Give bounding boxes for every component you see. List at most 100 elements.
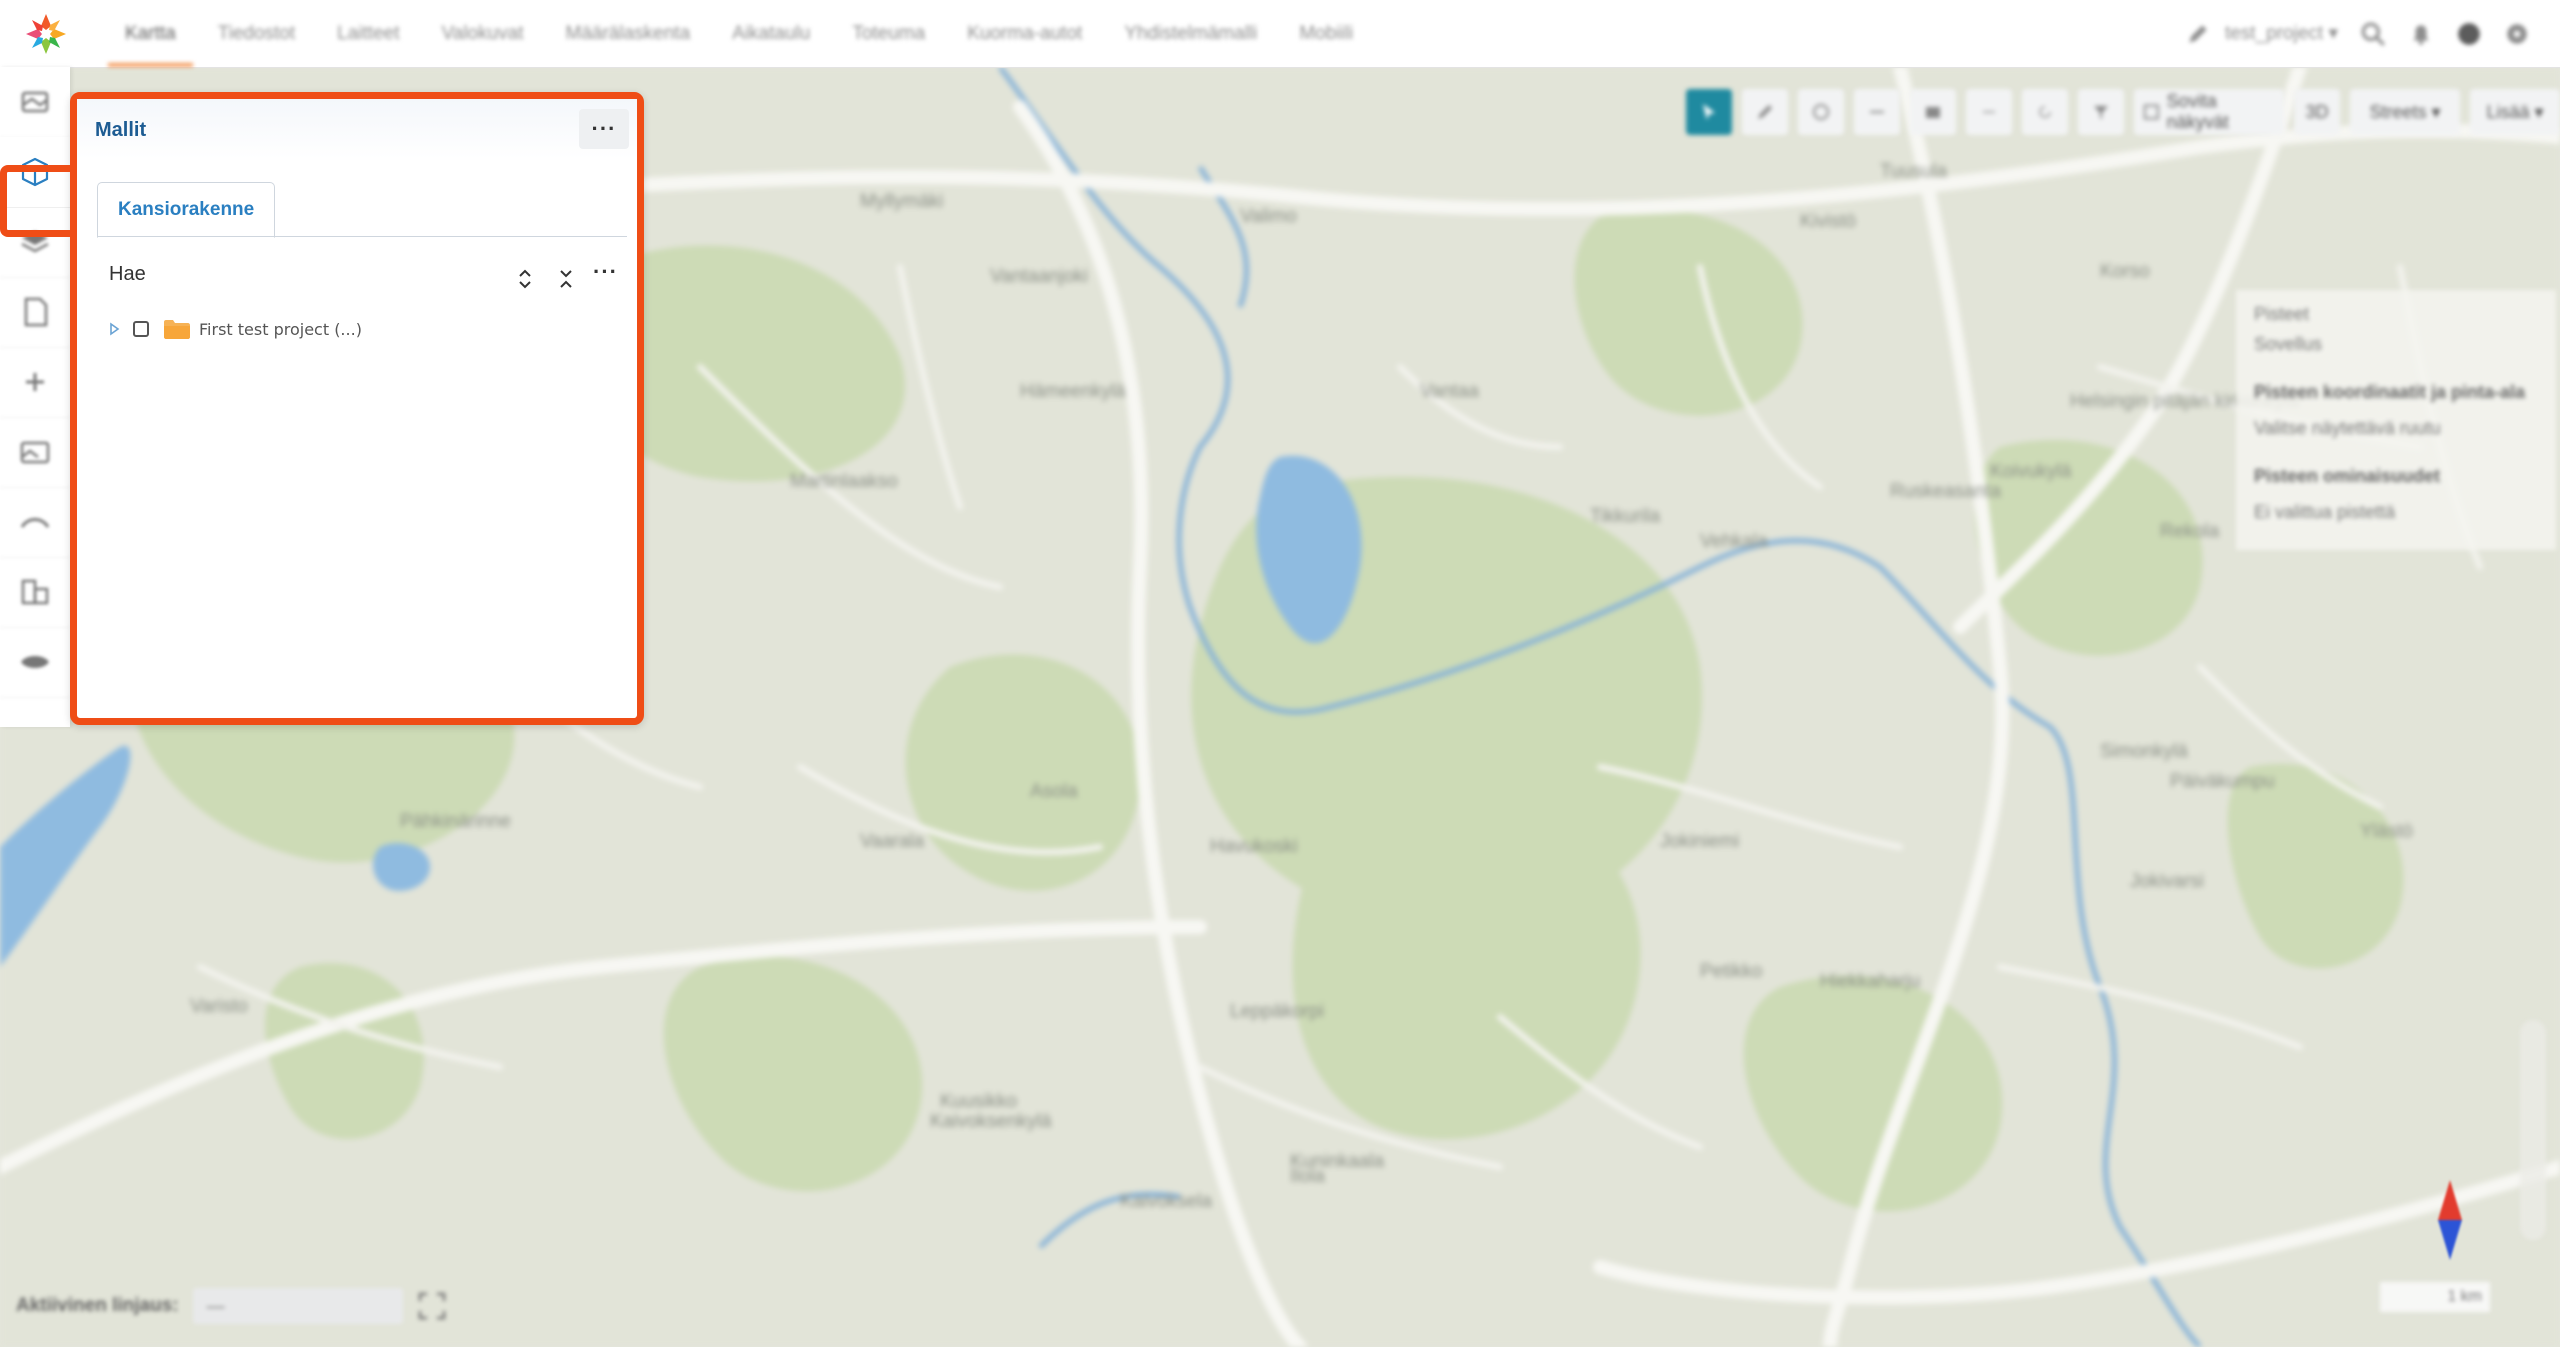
top-right-tools: test_project ▾ — [2185, 0, 2530, 67]
place-label: Myllymäki — [860, 191, 943, 212]
pencil-icon — [2189, 24, 2207, 43]
tree-item-checkbox[interactable] — [133, 321, 149, 337]
tree-item[interactable]: First test project (...) — [107, 315, 362, 343]
gear-icon[interactable] — [2504, 21, 2530, 47]
rail-photos[interactable] — [0, 417, 70, 488]
map-icon — [21, 91, 49, 113]
folder-icon — [164, 320, 190, 339]
area-icon — [1926, 107, 1940, 118]
rail-quantities[interactable] — [0, 557, 70, 628]
measure-tool-button[interactable] — [1798, 89, 1844, 135]
active-alignment-label: Aktiivinen linjaus: — [16, 1295, 179, 1316]
basemap-dropdown[interactable]: Streets ▾ — [2350, 89, 2460, 135]
rotate-tool-button[interactable] — [2022, 89, 2068, 135]
panel-menu-button[interactable]: ··· — [579, 109, 629, 149]
bell-icon[interactable] — [2408, 21, 2434, 47]
info-section-properties[interactable]: Pisteen ominaisuudet — [2254, 466, 2440, 487]
active-alignment-select[interactable]: — — [192, 1288, 403, 1324]
scale-bar: 1 km — [2380, 1282, 2490, 1312]
place-label: Tuusula — [1880, 161, 1947, 182]
place-label: Simonkylä — [2100, 741, 2188, 762]
filter-tool-button[interactable] — [2078, 89, 2124, 135]
fullscreen-icon[interactable] — [417, 1291, 447, 1321]
caret-right-icon[interactable] — [107, 321, 121, 337]
document-icon — [24, 297, 48, 327]
tab-divider — [97, 236, 627, 237]
rail-surface[interactable] — [0, 627, 70, 698]
line-tool-button[interactable] — [1854, 89, 1900, 135]
nav-item-mobile[interactable]: Mobiili — [1278, 0, 1374, 67]
rail-documents[interactable] — [0, 277, 70, 348]
place-label: Martinlaakso — [790, 471, 898, 492]
cross-section-icon — [20, 518, 50, 528]
place-label: Havukoski — [1210, 836, 1298, 857]
rail-highlight-frame — [0, 165, 72, 237]
collapse-all-icon[interactable] — [555, 267, 577, 291]
place-label: Koivukylä — [1990, 461, 2072, 482]
tree-menu-button[interactable]: ··· — [593, 259, 618, 285]
rail-map-layers[interactable] — [0, 67, 70, 138]
compass-icon[interactable] — [2436, 1180, 2464, 1260]
cursor-icon — [1703, 104, 1715, 120]
place-label: Ylästö — [2360, 821, 2413, 842]
project-name: test_project ▾ — [2224, 23, 2338, 44]
tree-item-label: First test project (...) — [199, 319, 362, 339]
main-nav: Kartta Tiedostot Laitteet Valokuvat Määr… — [104, 0, 1374, 67]
minus-icon — [1983, 111, 1995, 113]
tab-folder-structure[interactable]: Kansiorakenne — [97, 182, 276, 238]
rail-points[interactable] — [0, 347, 70, 418]
place-label: Asola — [1030, 781, 1078, 802]
info-section-coordinates[interactable]: Pisteen koordinaatit ja pinta-ala — [2254, 382, 2525, 403]
nav-item-devices[interactable]: Laitteet — [316, 0, 420, 67]
globe-icon[interactable] — [2456, 21, 2482, 47]
point-info-panel: Pisteet Sovellus Pisteen koordinaatit ja… — [2236, 290, 2556, 550]
place-label: Ilola — [1290, 1166, 1325, 1187]
filter-icon — [2094, 106, 2108, 119]
info-section-properties-text: Ei valittua pistettä — [2254, 502, 2396, 522]
select-tool-button[interactable] — [1686, 89, 1732, 135]
place-label: Hämeenkylä — [1020, 381, 1126, 402]
place-label: Valimo — [1240, 206, 1297, 227]
frame-icon — [2143, 104, 2159, 120]
nav-item-files[interactable]: Tiedostot — [197, 0, 316, 67]
draw-tool-button[interactable] — [1742, 89, 1788, 135]
nav-item-schedule[interactable]: Aikataulu — [711, 0, 831, 67]
nav-item-trucks[interactable]: Kuorma-autot — [946, 0, 1103, 67]
project-selector[interactable]: test_project ▾ — [2185, 21, 2338, 47]
alignment-selector-bar: Aktiivinen linjaus: — — [16, 1288, 447, 1324]
nav-item-map[interactable]: Kartta — [104, 0, 197, 67]
app-logo[interactable] — [24, 12, 68, 56]
place-label: Vantaa — [1420, 381, 1479, 402]
mode-3d-button[interactable]: 3D — [2294, 89, 2340, 135]
eye-icon — [21, 656, 49, 668]
info-section-coordinates-text: Valitse näytettävä ruutu — [2254, 418, 2441, 438]
rail-cross-section[interactable] — [0, 487, 70, 558]
more-dropdown[interactable]: Lisää ▾ — [2470, 89, 2560, 135]
place-label: Leppäkorpi — [1230, 1001, 1324, 1022]
place-label: Ruskeasanta — [1890, 481, 2001, 502]
place-label: Varisto — [190, 996, 248, 1017]
info-subtitle: Sovellus — [2254, 334, 2323, 354]
nav-item-quantities[interactable]: Määrälaskenta — [545, 0, 712, 67]
search-icon[interactable] — [2360, 21, 2386, 47]
place-label: Kaivoksela — [1120, 1191, 1212, 1212]
place-label: Kaivoksenkylä — [930, 1111, 1052, 1132]
fit-visible-button[interactable]: Sovita näkyvät — [2134, 89, 2284, 135]
place-label: Hiekkaharju — [1820, 971, 1920, 992]
line-icon — [1870, 111, 1884, 113]
place-label: Tikkurila — [1590, 506, 1660, 527]
zoom-slider[interactable] — [2520, 1020, 2546, 1240]
remove-tool-button[interactable] — [1966, 89, 2012, 135]
target-icon — [1813, 104, 1829, 120]
nav-item-combined-model[interactable]: Yhdistelmämalli — [1103, 0, 1278, 67]
search-label[interactable]: Hae — [109, 263, 146, 286]
place-label: Jokivarsi — [2130, 871, 2204, 892]
place-label: Petikko — [1700, 961, 1762, 982]
nav-item-photos[interactable]: Valokuvat — [420, 0, 544, 67]
nav-item-realization[interactable]: Toteuma — [831, 0, 946, 67]
expand-all-icon[interactable] — [514, 267, 536, 291]
models-panel: Mallit ··· Kansiorakenne Hae ··· First t… — [70, 92, 644, 725]
area-tool-button[interactable] — [1910, 89, 1956, 135]
building-icon — [21, 579, 49, 605]
top-bar: Kartta Tiedostot Laitteet Valokuvat Määr… — [0, 0, 2560, 68]
